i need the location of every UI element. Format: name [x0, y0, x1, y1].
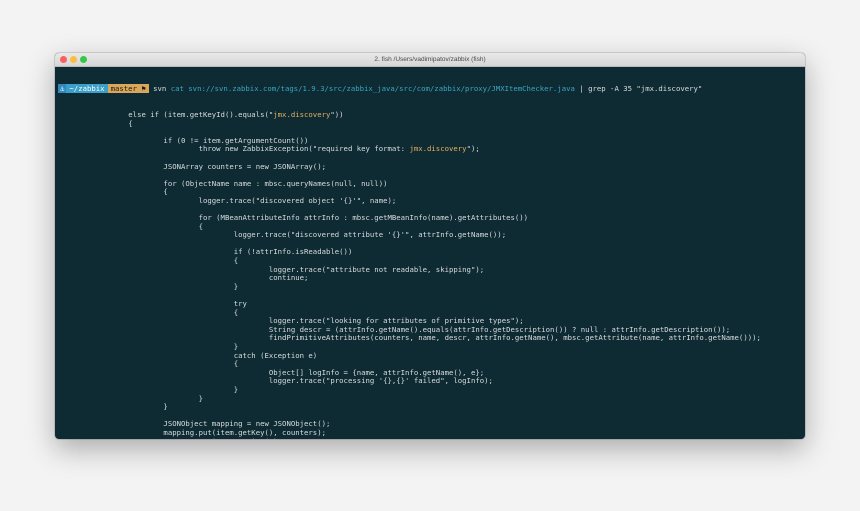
code-output: else if (item.getKeyId().equals("jmx.dis… — [58, 109, 805, 439]
prompt-path: ~/zabbix — [66, 84, 108, 94]
code-line: { — [58, 118, 805, 129]
code-token: } — [58, 402, 168, 412]
code-line: } — [58, 394, 805, 404]
code-token: return mapping.toString(2); — [58, 437, 282, 439]
string-token: jmx.discovery — [273, 109, 331, 119]
code-token: logger.trace("discovered object '{}'", n… — [58, 195, 397, 205]
code-token: JSONArray counters = new JSONArray(); — [58, 161, 326, 171]
code-token: "); — [466, 144, 480, 154]
string-token: jmx.discovery — [409, 144, 467, 154]
code-line: for (ObjectName name : mbsc.queryNames(n… — [58, 179, 805, 189]
code-line: logger.trace("discovered attribute '{}'"… — [58, 230, 805, 240]
code-token: logger.trace("discovered attribute '{}'"… — [58, 230, 507, 240]
terminal-output[interactable]: ⚓ ~/zabbix master ⚑ svn cat svn://svn.zabb… — [55, 67, 805, 439]
command-pipe: | grep -A 35 "jmx.discovery" — [579, 84, 703, 94]
code-line: return mapping.toString(2); — [58, 437, 805, 439]
terminal-window[interactable]: 2. fish /Users/vadimipatov/zabbix (fish)… — [55, 53, 805, 439]
code-line: else if (item.getKeyId().equals("jmx.dis… — [58, 109, 805, 120]
code-line: logger.trace("discovered object '{}'", n… — [58, 195, 805, 206]
git-branch-badge: master ⚑ — [107, 84, 149, 94]
command-args: cat svn://svn.zabbix.com/tags/1.9.3/src/… — [170, 84, 575, 94]
window-title: 2. fish /Users/vadimipatov/zabbix (fish) — [374, 56, 486, 63]
code-token: ")) — [330, 109, 344, 119]
code-token: throw new ZabbixException("required key … — [58, 144, 410, 154]
prompt-line: ⚓ ~/zabbix master ⚑ svn cat svn://svn.zabb… — [58, 84, 805, 94]
code-token: } — [58, 281, 239, 291]
command-name: svn — [153, 84, 167, 94]
title-bar[interactable]: 2. fish /Users/vadimipatov/zabbix (fish) — [55, 53, 805, 67]
code-line: throw new ZabbixException("required key … — [58, 145, 805, 154]
code-line: JSONArray counters = new JSONArray(); — [58, 161, 805, 172]
code-line: } — [58, 402, 805, 412]
code-line: } — [58, 281, 805, 292]
code-token: { — [58, 118, 133, 128]
